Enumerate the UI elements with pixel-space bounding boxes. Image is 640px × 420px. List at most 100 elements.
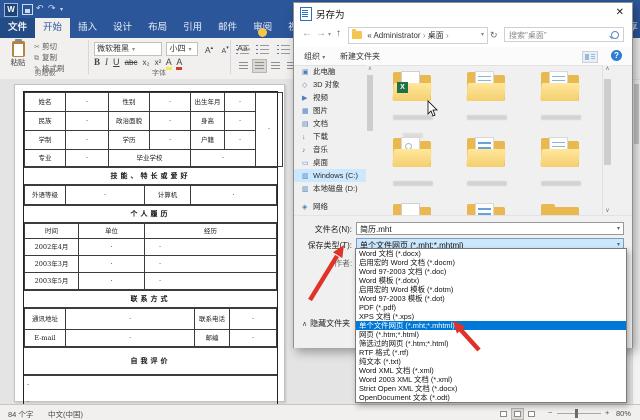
web-layout-button[interactable]	[525, 408, 538, 420]
breadcrumb[interactable]: « Administrator › 桌面 › ▾	[348, 27, 488, 44]
file-item[interactable]	[526, 67, 596, 133]
filetype-option[interactable]: Word 模板 (*.dotx)	[356, 276, 626, 285]
sidebar-item[interactable]: ◇3D 对象	[294, 78, 366, 91]
italic-button[interactable]: I	[105, 57, 108, 67]
file-item[interactable]	[378, 199, 448, 215]
filetype-option[interactable]: Strict Open XML 文档 (*.docx)	[356, 384, 626, 393]
view-options-icon[interactable]	[582, 51, 598, 63]
zoom-level[interactable]: 80%	[616, 409, 631, 418]
zoom-slider-thumb[interactable]	[575, 409, 578, 418]
breadcrumb-item[interactable]: Administrator	[373, 31, 420, 40]
file-item[interactable]	[452, 199, 522, 215]
file-item[interactable]	[452, 67, 522, 133]
font-name-select[interactable]: 微软雅黑▾	[94, 42, 162, 56]
file-item[interactable]	[526, 199, 596, 215]
save-icon[interactable]	[22, 4, 33, 15]
font-size-select[interactable]: 小四▾	[166, 42, 198, 56]
align-left-button[interactable]	[236, 59, 251, 73]
strikethrough-button[interactable]: abc	[125, 58, 138, 67]
file-item[interactable]: X	[378, 67, 448, 133]
breadcrumb-item[interactable]: 桌面	[428, 31, 444, 40]
ribbon-tab[interactable]: 设计	[105, 18, 140, 38]
basic-info-table: 姓名· 性别· 出生年月· · 民族· 政治面貌· 身高· 学制· 学历· 户籍…	[24, 92, 283, 167]
zoom-slider-track[interactable]	[557, 413, 601, 414]
filetype-option[interactable]: 单个文件网页 (*.mht;*.mhtml)	[356, 321, 626, 330]
ribbon-tab[interactable]: 插入	[70, 18, 105, 38]
paste-button[interactable]: 粘贴	[6, 41, 30, 67]
read-mode-button[interactable]	[497, 408, 510, 420]
organize-button[interactable]: 组织 ▾	[304, 51, 325, 62]
redo-icon[interactable]: ↷	[48, 3, 56, 14]
sidebar-item[interactable]: ◈网络	[294, 200, 366, 213]
filetype-option[interactable]: Word XML 文档 (*.xml)	[356, 366, 626, 375]
sidebar-scrollbar[interactable]: ∧	[366, 65, 374, 215]
word-count[interactable]: 84 个字	[8, 409, 33, 420]
filetype-option[interactable]: Word 文档 (*.docx)	[356, 249, 626, 258]
numbering-icon[interactable]	[256, 44, 269, 55]
bullets-icon[interactable]	[236, 44, 249, 55]
forward-icon[interactable]: →	[316, 28, 326, 39]
filetype-option[interactable]: PDF (*.pdf)	[356, 303, 626, 312]
sidebar-item[interactable]: ▥本地磁盘 (D:)	[294, 182, 366, 195]
file-item[interactable]	[378, 133, 448, 199]
document-scrollbar[interactable]	[632, 80, 640, 404]
sidebar-item[interactable]: ▥Windows (C:)	[294, 169, 366, 182]
undo-icon[interactable]: ↶	[36, 3, 44, 14]
search-input[interactable]: 搜索"桌面"	[504, 27, 624, 42]
filetype-option[interactable]: 网页 (*.htm;*.html)	[356, 330, 626, 339]
ribbon-tab[interactable]: 布局	[140, 18, 175, 38]
sidebar-item[interactable]: ↓下载	[294, 130, 366, 143]
ribbon-tab[interactable]: 开始	[35, 18, 70, 38]
sidebar-item[interactable]: ▤文档	[294, 117, 366, 130]
dialog-close-icon[interactable]: ✕	[616, 7, 624, 18]
back-icon[interactable]: ←	[302, 28, 312, 39]
new-folder-button[interactable]: 新建文件夹	[340, 51, 380, 62]
filetype-option[interactable]: Word 97-2003 文档 (*.doc)	[356, 267, 626, 276]
sidebar-item[interactable]: ▶视频	[294, 91, 366, 104]
bold-button[interactable]: B	[94, 57, 100, 67]
filetype-option[interactable]: RTF 格式 (*.rtf)	[356, 348, 626, 357]
subscript-button[interactable]: x₂	[142, 58, 149, 67]
ribbon-tab[interactable]: 邮件	[210, 18, 245, 38]
filetype-option[interactable]: 筛选过的网页 (*.htm;*.html)	[356, 339, 626, 348]
align-right-button[interactable]	[268, 59, 283, 73]
ribbon-tab[interactable]: 文件	[0, 18, 35, 38]
zoom-in-button[interactable]: +	[605, 408, 609, 417]
sidebar-item[interactable]: ▣此电脑	[294, 65, 366, 78]
filetype-option[interactable]: Word 97-2003 模板 (*.dot)	[356, 294, 626, 303]
zoom-out-button[interactable]: −	[548, 408, 552, 417]
filename-input[interactable]: 简历.mht▾	[356, 222, 624, 235]
filetype-option[interactable]: XPS 文档 (*.xps)	[356, 312, 626, 321]
refresh-icon[interactable]: ↻	[490, 30, 498, 41]
language-status[interactable]: 中文(中国)	[48, 409, 83, 420]
help-icon[interactable]: ?	[611, 50, 622, 61]
filetype-option[interactable]: Word 2003 XML 文档 (*.xml)	[356, 375, 626, 384]
document-page[interactable]: 姓名· 性别· 出生年月· · 民族· 政治面貌· 身高· 学制· 学历· 户籍…	[14, 84, 285, 402]
sidebar-item[interactable]: ▭桌面	[294, 156, 366, 169]
file-item[interactable]	[526, 133, 596, 199]
filetype-option[interactable]: 启用宏的 Word 文档 (*.docm)	[356, 258, 626, 267]
sidebar-item[interactable]: ▦图片	[294, 104, 366, 117]
file-list-scrollbar[interactable]: ∧ ∨	[602, 65, 612, 215]
filetype-option[interactable]: 纯文本 (*.txt)	[356, 357, 626, 366]
tell-me-icon[interactable]	[258, 28, 267, 37]
align-center-button[interactable]	[252, 59, 267, 73]
cut-button[interactable]: ✂剪切	[34, 42, 65, 53]
file-item[interactable]	[452, 133, 522, 199]
recent-locations-icon[interactable]: ▾	[328, 31, 331, 38]
underline-button[interactable]: U	[113, 57, 120, 67]
print-layout-button[interactable]	[511, 408, 524, 420]
copy-button[interactable]: ⧉复制	[34, 53, 65, 64]
multilevel-icon[interactable]	[277, 44, 290, 55]
ribbon-tab[interactable]: 引用	[175, 18, 210, 38]
breadcrumb-dropdown-icon[interactable]: ▾	[481, 28, 484, 43]
qa-customize-icon[interactable]: ▾	[60, 6, 63, 13]
grow-font-button[interactable]: A▴	[203, 42, 215, 57]
sidebar-item[interactable]: ♪音乐	[294, 143, 366, 156]
up-icon[interactable]: ↑	[336, 28, 341, 39]
hide-folders-button[interactable]: ∧隐藏文件夹	[302, 318, 350, 329]
filetype-option[interactable]: 启用宏的 Word 模板 (*.dotm)	[356, 285, 626, 294]
superscript-button[interactable]: x²	[155, 58, 162, 67]
file-grid: X	[378, 67, 602, 215]
filetype-option[interactable]: OpenDocument 文本 (*.odt)	[356, 393, 626, 402]
